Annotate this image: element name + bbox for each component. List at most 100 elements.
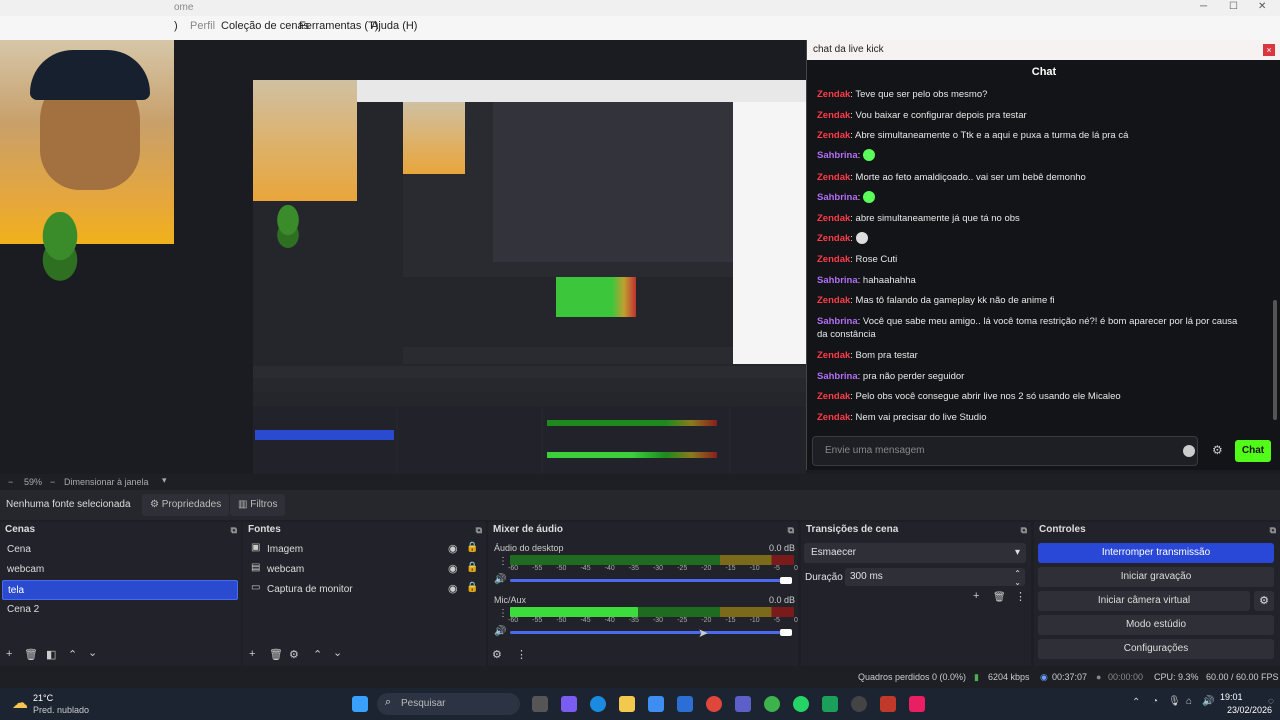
lock-icon[interactable]: 🔒	[466, 542, 478, 553]
add-icon[interactable]: +	[973, 590, 979, 602]
chevron-up-icon[interactable]: ⌃	[68, 648, 77, 661]
dock-float-icon[interactable]: ⧉	[788, 522, 794, 538]
file-explorer-icon[interactable]	[619, 696, 635, 712]
speaker-icon[interactable]: 🔊	[494, 626, 506, 637]
kebab-menu-icon[interactable]: ⋮	[498, 608, 508, 619]
taskbar-search[interactable]: ⌕ Pesquisar	[377, 693, 520, 715]
teams-icon[interactable]	[735, 696, 751, 712]
transition-select[interactable]: Esmaecer ▾	[804, 543, 1026, 563]
record-time: 00:00:00	[1108, 672, 1144, 682]
chat-input-placeholder: Envie uma mensagem	[825, 445, 925, 456]
kebab-menu-icon[interactable]: ⋮	[498, 556, 508, 567]
eye-icon[interactable]: ◉	[448, 542, 458, 555]
maximize-icon[interactable]: ☐	[1229, 1, 1238, 12]
whatsapp-icon[interactable]	[793, 696, 809, 712]
settings-button[interactable]: Configurações	[1038, 639, 1274, 659]
scene-item[interactable]: Cena	[2, 540, 238, 560]
clock-date[interactable]: 23/02/2026	[1227, 705, 1272, 715]
zoom-mode[interactable]: Dimensionar à janela	[64, 477, 149, 487]
volume-icon[interactable]: 🔊	[1202, 696, 1214, 707]
chrome-icon[interactable]	[706, 696, 722, 712]
minimize-icon[interactable]: ─	[1200, 1, 1207, 12]
chevron-down-icon[interactable]: ⌄	[333, 646, 342, 659]
menu-item-scene-collection[interactable]: Coleção de cenas	[221, 20, 309, 32]
gear-icon: ⚙	[150, 499, 162, 510]
task-view-icon[interactable]	[532, 696, 548, 712]
scene-item[interactable]: webcam	[2, 560, 238, 580]
scene-item[interactable]: Cena 2	[2, 600, 238, 620]
chat-scrollbar[interactable]	[1273, 300, 1277, 420]
stop-streaming-button[interactable]: Interromper transmissão	[1038, 543, 1274, 563]
chevron-down-icon[interactable]: ▾	[162, 475, 167, 486]
copilot-icon[interactable]	[561, 696, 577, 712]
clock-time[interactable]: 19:01	[1220, 692, 1243, 702]
emoji-icon[interactable]	[1183, 445, 1195, 457]
eye-icon[interactable]: ◉	[448, 582, 458, 595]
eye-icon[interactable]: ◉	[448, 562, 458, 575]
chat-send-button[interactable]: Chat	[1235, 440, 1271, 462]
scene-filters-icon[interactable]: ◧	[46, 648, 56, 661]
edge-icon[interactable]	[590, 696, 606, 712]
wifi-icon[interactable]: ◔	[1152, 696, 1158, 707]
chat-message: Zendak: Mas tô falando da gameplay kk nã…	[817, 295, 1055, 306]
start-virtual-camera-button[interactable]: Iniciar câmera virtual	[1038, 591, 1250, 611]
gear-icon[interactable]: ⚙	[1254, 591, 1274, 611]
dock-float-icon[interactable]: ⧉	[231, 522, 237, 538]
chat-message-input[interactable]: Envie uma mensagem	[812, 436, 1198, 466]
tiktok-icon[interactable]	[909, 696, 925, 712]
menu-item-perfil[interactable]: Perfil	[190, 20, 215, 32]
chevron-up-icon[interactable]: ⌃	[1132, 697, 1140, 708]
tf-app-icon[interactable]	[880, 696, 896, 712]
dock-float-icon[interactable]: ⧉	[1270, 522, 1276, 538]
speaker-icon[interactable]: 🔊	[494, 574, 506, 585]
menu-item-help[interactable]: Ajuda (H)	[371, 20, 417, 32]
chevron-up-icon[interactable]: ⌃	[313, 648, 322, 661]
menu-item-tools[interactable]: Ferramentas (T)	[299, 20, 378, 32]
lock-icon[interactable]: 🔒	[466, 582, 478, 593]
lock-icon[interactable]: 🔒	[466, 562, 478, 573]
desktop-volume-slider[interactable]	[510, 579, 786, 582]
properties-button[interactable]: ⚙ Propriedades	[142, 494, 230, 516]
start-recording-button[interactable]: Iniciar gravação	[1038, 567, 1274, 587]
close-icon[interactable]: ✕	[1258, 1, 1266, 12]
network-icon[interactable]: ⌂	[1186, 696, 1192, 707]
channel-db: 0.0 dB	[769, 543, 796, 553]
trash-icon[interactable]: 🗑	[269, 648, 283, 661]
advanced-audio-icon[interactable]: ⚙	[492, 648, 502, 661]
scene-item-selected[interactable]: tela	[2, 580, 238, 600]
store-icon[interactable]	[648, 696, 664, 712]
weather-icon[interactable]: ☁	[12, 693, 28, 713]
mail-icon[interactable]	[677, 696, 693, 712]
record-icon: ●	[1096, 672, 1102, 682]
chevron-down-icon[interactable]: ⌄	[88, 646, 97, 659]
menu-item-partial[interactable]: )	[174, 20, 178, 32]
filters-button[interactable]: ▥ Filtros	[230, 494, 286, 516]
trash-icon[interactable]: 🗑	[993, 592, 1006, 603]
notepad-icon[interactable]	[822, 696, 838, 712]
chat-message: Zendak: Abre simultaneamente o Ttk e a a…	[817, 130, 1129, 141]
zoom-in-icon[interactable]: −	[50, 477, 55, 487]
add-icon[interactable]: +	[249, 648, 255, 660]
emote-icon	[862, 191, 875, 204]
add-icon[interactable]: +	[6, 648, 12, 660]
obs-icon[interactable]	[851, 696, 867, 712]
gear-icon[interactable]: ⚙	[1212, 443, 1223, 457]
mic-volume-slider[interactable]	[510, 631, 786, 634]
kebab-menu-icon[interactable]: ⋮	[1015, 590, 1026, 603]
gear-icon[interactable]: ⚙	[289, 648, 299, 661]
close-icon[interactable]: ×	[1263, 44, 1275, 56]
kebab-menu-icon[interactable]: ⋮	[516, 648, 527, 661]
duration-input[interactable]: 300 ms ⌃ ⌄	[845, 568, 1025, 587]
dock-float-icon[interactable]: ⧉	[1021, 522, 1027, 538]
bitrate: 6204 kbps	[988, 672, 1030, 682]
notification-bell-icon[interactable]: ◌	[1268, 696, 1274, 707]
dock-float-icon[interactable]: ⧉	[476, 522, 482, 538]
trash-icon[interactable]: 🗑	[24, 648, 38, 661]
chrome-profile-icon[interactable]	[764, 696, 780, 712]
microphone-icon[interactable]: 🎙	[1168, 696, 1181, 707]
volume-slider-handle[interactable]	[780, 629, 792, 636]
volume-slider-handle[interactable]	[780, 577, 792, 584]
windows-start-icon[interactable]	[352, 696, 368, 712]
studio-mode-button[interactable]: Modo estúdio	[1038, 615, 1274, 635]
zoom-out-icon[interactable]: −	[8, 477, 13, 487]
